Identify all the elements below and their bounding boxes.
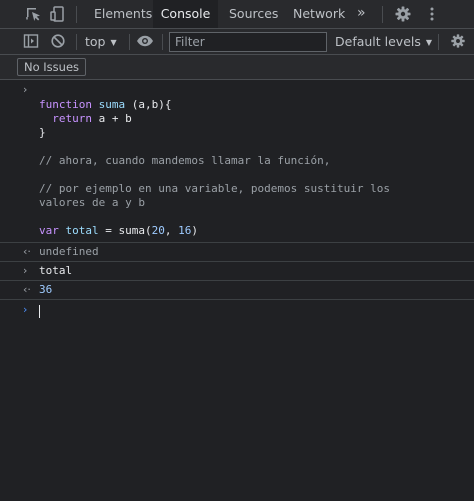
tab-elements[interactable]: Elements (94, 0, 152, 28)
input-value: total (39, 264, 73, 277)
tab-network[interactable]: Network (293, 0, 345, 28)
toolbar-separator (129, 34, 130, 50)
code-comment: // por ejemplo en una variable, podemos … (39, 182, 390, 195)
context-selector-label: top (85, 34, 106, 49)
code-line: } (39, 126, 46, 139)
caret-down-icon: ▼ (110, 38, 117, 47)
settings-gear-icon[interactable] (394, 5, 412, 23)
console-input-message: › function suma (a,b){ return a + b } //… (0, 81, 474, 243)
console-input-message: › total (0, 262, 474, 281)
output-arrow-icon: ‹· (23, 245, 31, 258)
input-chevron-icon: › (23, 83, 28, 96)
inspect-element-icon[interactable] (24, 5, 42, 23)
code-line: function suma (a,b){ (39, 98, 172, 111)
tab-separator (382, 6, 383, 23)
console-output-message: ‹· 36 (0, 281, 474, 300)
code-comment: // ahora, cuando mandemos llamar la func… (39, 154, 331, 167)
code-line: var total = suma(20, 16) (39, 224, 198, 237)
issues-bar: No Issues (0, 55, 474, 80)
more-vertical-icon[interactable] (423, 5, 441, 23)
context-selector[interactable]: top ▼ (85, 29, 117, 55)
output-value: undefined (39, 245, 99, 258)
console-settings-icon[interactable] (450, 33, 466, 49)
devtools-tab-bar: Elements Console Sources Network » (0, 0, 474, 29)
no-issues-button[interactable]: No Issues (17, 58, 87, 76)
clear-console-icon[interactable] (50, 33, 66, 49)
sidebar-toggle-icon[interactable] (23, 33, 39, 49)
console-toolbar: top ▼ Default levels ▼ (0, 29, 474, 55)
more-tabs-button[interactable]: » (357, 0, 366, 28)
eye-icon[interactable] (136, 33, 154, 49)
toolbar-separator (76, 34, 77, 50)
toolbar-separator (438, 34, 439, 50)
tab-sources[interactable]: Sources (229, 0, 278, 28)
device-toolbar-icon[interactable] (49, 5, 67, 23)
filter-input[interactable] (169, 32, 327, 52)
console-prompt[interactable]: › (0, 300, 474, 322)
code-comment: valores de a y b (39, 196, 145, 209)
log-levels-label: Default levels (335, 34, 421, 49)
log-levels-dropdown[interactable]: Default levels ▼ (335, 29, 432, 55)
tab-console[interactable]: Console (153, 0, 218, 28)
code-line: return a + b (52, 112, 132, 125)
prompt-chevron-icon: › (23, 303, 28, 316)
text-cursor (39, 304, 40, 318)
console-output-message: ‹· undefined (0, 243, 474, 262)
output-value: 36 (39, 283, 53, 296)
toolbar-separator (162, 34, 163, 50)
input-chevron-icon: › (23, 264, 28, 277)
console-messages[interactable]: › function suma (a,b){ return a + b } //… (0, 81, 474, 501)
caret-down-icon: ▼ (425, 38, 433, 47)
output-arrow-icon: ‹· (23, 283, 31, 296)
tab-separator (76, 6, 77, 23)
